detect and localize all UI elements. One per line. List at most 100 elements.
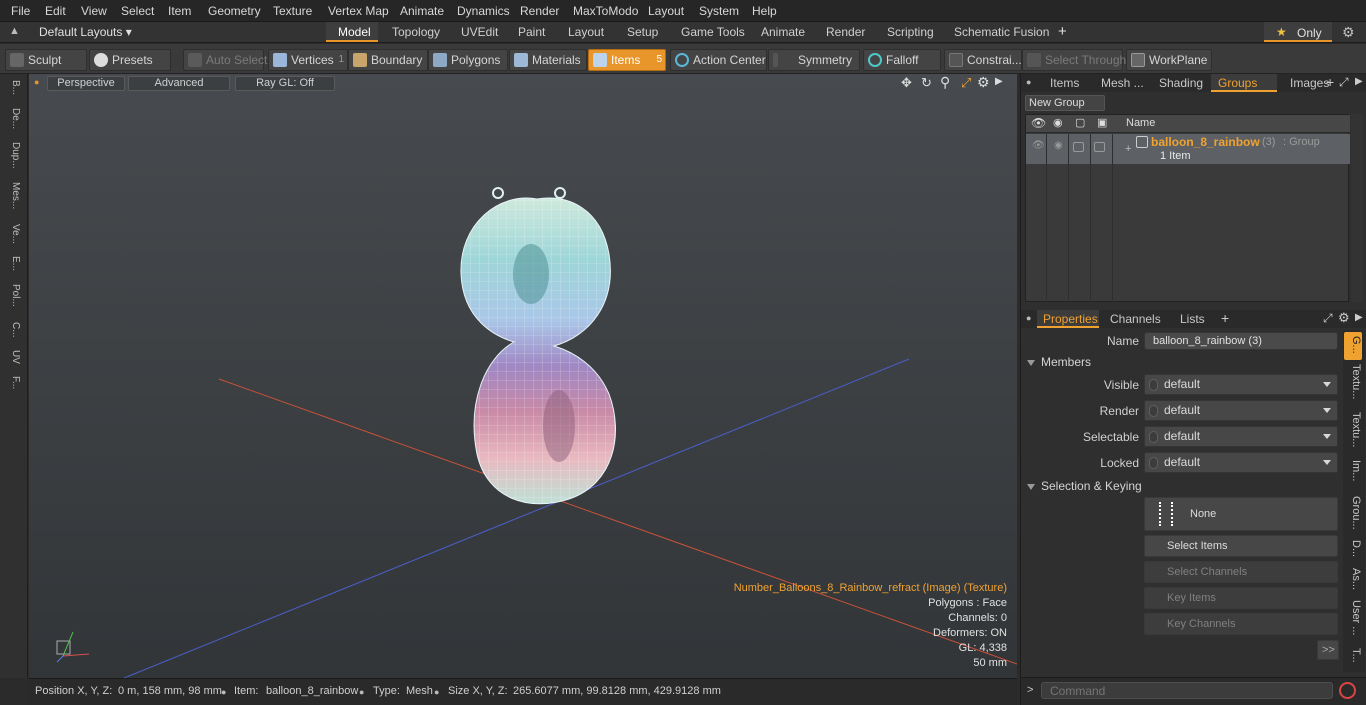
none-button[interactable]: None	[1144, 497, 1338, 531]
3d-viewport[interactable]: ● Perspective Advanced Ray GL: Off ✥ ↻ ⚲…	[29, 74, 1017, 678]
constraints-button[interactable]: Constrai...	[944, 49, 1022, 71]
select-through-button[interactable]: Select Through	[1022, 49, 1126, 71]
tab-model[interactable]: Model	[338, 25, 371, 39]
tab-properties[interactable]: Properties	[1043, 312, 1098, 326]
left-tab-mesh[interactable]: Mes...	[5, 182, 21, 209]
side-tab-assembly[interactable]: As...	[1346, 568, 1362, 590]
key-channels-button[interactable]: Key Channels	[1144, 613, 1338, 635]
gear-icon[interactable]: ⚙	[1342, 24, 1355, 41]
tab-setup[interactable]: Setup	[627, 25, 658, 39]
boundary-button[interactable]: Boundary	[348, 49, 428, 71]
vertices-button[interactable]: Vertices 1	[268, 49, 348, 71]
menu-maxtomodo[interactable]: MaxToModo	[573, 4, 638, 18]
menu-edit[interactable]: Edit	[45, 4, 66, 18]
tab-uvedit[interactable]: UVEdit	[461, 25, 498, 39]
balloon-mesh[interactable]	[460, 187, 616, 505]
menu-animate[interactable]: Animate	[400, 4, 444, 18]
up-arrow-icon[interactable]: ▲	[9, 25, 20, 37]
visible-dropdown[interactable]: default	[1144, 374, 1338, 395]
panel-expand-icon[interactable]: ▶	[1355, 312, 1363, 323]
materials-button[interactable]: Materials	[509, 49, 587, 71]
tab-channels[interactable]: Channels	[1110, 312, 1161, 326]
tab-shading[interactable]: Shading	[1159, 76, 1203, 90]
render-icon[interactable]: ◉	[1053, 116, 1063, 129]
left-tab-edge[interactable]: E...	[5, 256, 21, 271]
locked-dropdown[interactable]: default	[1144, 452, 1338, 473]
members-section[interactable]: Members	[1027, 355, 1091, 369]
new-group-button[interactable]: New Group	[1025, 95, 1105, 111]
selection-keying-section[interactable]: Selection & Keying	[1027, 479, 1142, 493]
side-tab-image[interactable]: Im...	[1346, 460, 1362, 481]
left-tab-duplicate[interactable]: Dup...	[5, 142, 21, 169]
maximize-panel-icon[interactable]: ⤢	[1323, 311, 1333, 326]
tab-render[interactable]: Render	[826, 25, 865, 39]
name-field[interactable]: balloon_8_rainbow (3)	[1144, 332, 1338, 350]
tab-mesh[interactable]: Mesh ...	[1101, 76, 1144, 90]
tab-animate[interactable]: Animate	[761, 25, 805, 39]
polygons-button[interactable]: Polygons	[428, 49, 508, 71]
tab-schematic-fusion[interactable]: Schematic Fusion	[954, 25, 1049, 39]
side-tab-user[interactable]: User ...	[1346, 600, 1362, 635]
tab-paint[interactable]: Paint	[518, 25, 545, 39]
tab-layout[interactable]: Layout	[568, 25, 604, 39]
side-tab-group-2[interactable]: Grou...	[1346, 496, 1362, 530]
menu-system[interactable]: System	[699, 4, 739, 18]
side-tab-group[interactable]: G...	[1346, 336, 1362, 354]
row-render-icon[interactable]: ◉	[1054, 140, 1063, 151]
panel-dot-icon[interactable]: ●	[1026, 313, 1031, 323]
properties-gear-icon[interactable]: ⚙	[1338, 310, 1350, 326]
selectable-dropdown[interactable]: default	[1144, 426, 1338, 447]
row-eye-icon[interactable]: 👁	[1032, 140, 1045, 151]
render-toggle[interactable]	[1149, 405, 1158, 417]
menu-texture[interactable]: Texture	[273, 4, 312, 18]
selectable-icon[interactable]: ▢	[1075, 116, 1085, 129]
selectable-toggle[interactable]	[1149, 431, 1158, 443]
add-panel-tab-icon[interactable]: +	[1326, 74, 1334, 90]
locked-toggle[interactable]	[1149, 457, 1158, 469]
sculpt-button[interactable]: Sculpt	[5, 49, 87, 71]
menu-file[interactable]: File	[11, 4, 30, 18]
record-icon[interactable]	[1339, 682, 1356, 699]
select-channels-button[interactable]: Select Channels	[1144, 561, 1338, 583]
menu-select[interactable]: Select	[121, 4, 154, 18]
visible-toggle[interactable]	[1149, 379, 1158, 391]
auto-select-button[interactable]: Auto Select	[183, 49, 267, 71]
items-button[interactable]: Items 5	[588, 49, 666, 71]
symmetry-button[interactable]: Symmetry	[768, 49, 860, 71]
maximize-panel-icon[interactable]: ⤢	[1339, 75, 1349, 90]
add-panel-tab-icon[interactable]: +	[1221, 310, 1229, 326]
panel-dot-icon[interactable]: ●	[1026, 77, 1031, 87]
expand-plus-icon[interactable]: +	[1125, 143, 1131, 155]
tab-items[interactable]: Items	[1050, 76, 1079, 90]
side-tab-d[interactable]: D...	[1346, 540, 1362, 557]
select-items-button[interactable]: Select Items	[1144, 535, 1338, 557]
command-input[interactable]	[1041, 682, 1333, 699]
action-center-button[interactable]: Action Center	[670, 49, 767, 71]
left-tab-polygon[interactable]: Pol...	[5, 284, 21, 307]
tab-topology[interactable]: Topology	[392, 25, 440, 39]
side-tab-texture-1[interactable]: Textu...	[1346, 364, 1362, 399]
left-tab-basic[interactable]: B...	[5, 80, 21, 95]
menu-item[interactable]: Item	[168, 4, 191, 18]
more-button[interactable]: >>	[1317, 640, 1339, 660]
presets-button[interactable]: Presets	[89, 49, 171, 71]
side-tab-t[interactable]: T...	[1346, 648, 1362, 663]
menu-layout[interactable]: Layout	[648, 4, 684, 18]
tab-scripting[interactable]: Scripting	[887, 25, 934, 39]
groups-scrollbar[interactable]	[1351, 114, 1363, 302]
left-tab-curve[interactable]: C...	[5, 322, 21, 338]
left-tab-uv[interactable]: UV	[5, 350, 21, 364]
left-tab-deform[interactable]: De...	[5, 108, 21, 129]
left-tab-vertex[interactable]: Ve...	[5, 224, 21, 244]
menu-vertex-map[interactable]: Vertex Map	[328, 4, 389, 18]
row-select-checkbox[interactable]	[1073, 142, 1084, 152]
left-tab-fusion[interactable]: F...	[5, 376, 21, 389]
tab-groups[interactable]: Groups	[1218, 76, 1257, 90]
menu-dynamics[interactable]: Dynamics	[457, 4, 510, 18]
menu-render[interactable]: Render	[520, 4, 559, 18]
tab-game-tools[interactable]: Game Tools	[681, 25, 745, 39]
tab-lists[interactable]: Lists	[1180, 312, 1205, 326]
workplane-button[interactable]: WorkPlane	[1126, 49, 1212, 71]
row-lock-checkbox[interactable]	[1094, 142, 1105, 152]
falloff-button[interactable]: Falloff	[863, 49, 941, 71]
